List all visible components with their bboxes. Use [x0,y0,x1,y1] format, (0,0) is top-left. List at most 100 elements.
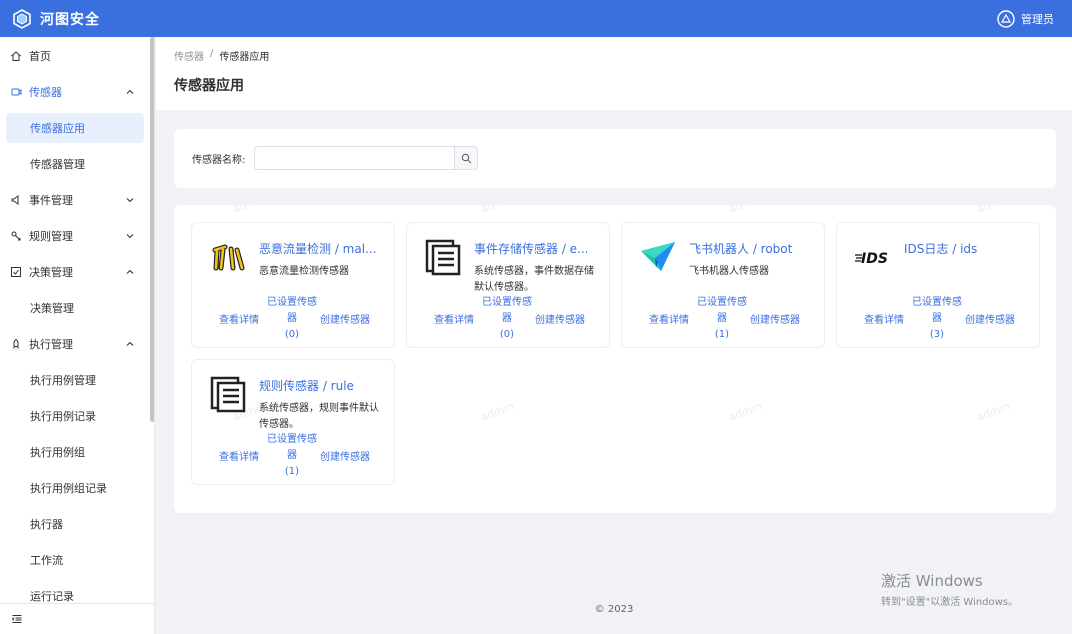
sidebar-item-label: 首页 [29,50,51,63]
watermark: admin [478,399,516,424]
sidebar-item-event[interactable]: 事件管理 [0,185,150,215]
sensor-card[interactable]: 恶意流量检测 / mal... 恶意流量检测传感器 查看详情 已设置传感器 (0)… [191,222,395,348]
configured-label: 已设置传感器 [267,434,317,461]
view-detail-link[interactable]: 查看详情 [219,311,259,326]
view-detail-link[interactable]: 查看详情 [434,311,474,326]
sidebar-item-label: 传感器管理 [30,158,85,171]
configured-label: 已设置传感器 [912,297,962,324]
sensor-actions: 查看详情 已设置传感器 (0) 创建传感器 [407,295,611,341]
sidebar: 首页 传感器 传感器应用 传感器管理 事件管理 规则管理 决策管理 决策管理 执… [0,37,155,634]
sensor-actions: 查看详情 已设置传感器 (0) 创建传感器 [192,295,396,341]
breadcrumb-item-current: 传感器应用 [219,52,270,63]
document-list-icon [208,374,248,414]
breadcrumb: 传感器 / 传感器应用 [174,48,269,63]
sensor-icon [10,86,22,98]
chevron-up-icon [126,341,134,346]
ids-logo-icon: IDS [853,237,893,277]
chevron-up-icon [126,269,134,274]
sensor-title[interactable]: IDS日志 / ids [904,240,1032,257]
sidebar-item-label: 事件管理 [29,194,73,207]
configured-count: (0) [499,329,515,340]
configured-label: 已设置传感器 [482,297,532,324]
logo-icon [13,8,31,29]
top-header: 河图安全 管理员 [0,0,1072,37]
configured-sensors-link[interactable]: 已设置传感器 (1) [267,432,317,480]
sidebar-item-execute[interactable]: 执行管理 [0,329,150,359]
watermark: admin [974,399,1012,424]
chevron-up-icon [126,89,134,94]
watermark: admin [975,205,1012,216]
configured-sensors-link[interactable]: 已设置传感器 (0) [482,295,532,343]
sensor-actions: 查看详情 已设置传感器 (1) 创建传感器 [622,295,826,341]
sidebar-item-testcase-manage[interactable]: 执行用例管理 [0,365,150,395]
view-detail-link[interactable]: 查看详情 [649,311,689,326]
sensor-title[interactable]: 事件存储传感器 / e... [474,240,602,257]
sidebar-item-label: 执行用例组记录 [30,482,107,495]
search-button[interactable] [454,146,478,170]
configured-count: (1) [714,329,730,340]
breadcrumb-item[interactable]: 传感器 [174,48,204,63]
create-sensor-link[interactable]: 创建传感器 [320,311,370,326]
watermark: admin [727,205,764,216]
sidebar-item-label: 执行器 [30,518,63,531]
watermark: admin [231,205,268,216]
brand[interactable]: 河图安全 [0,8,100,29]
sidebar-item-home[interactable]: 首页 [0,41,150,71]
sensor-title[interactable]: 恶意流量检测 / mal... [259,240,387,257]
home-icon [10,50,22,62]
sidebar-item-workflow[interactable]: 工作流 [0,545,150,575]
create-sensor-link[interactable]: 创建传感器 [750,311,800,326]
sensor-card[interactable]: 规则传感器 / rule 系统传感器，规则事件默认传感器。 查看详情 已设置传感… [191,359,395,485]
sidebar-item-label: 执行用例记录 [30,410,96,423]
breadcrumb-separator: / [210,48,214,59]
collapse-menu-icon[interactable] [11,613,23,625]
sidebar-item-testcase-record[interactable]: 执行用例记录 [0,401,150,431]
activation-hint: 转到"设置"以激活 Windows。 [881,597,1019,608]
create-sensor-link[interactable]: 创建传感器 [965,311,1015,326]
sidebar-item-sensor-manage[interactable]: 传感器管理 [0,149,150,179]
configured-count: (0) [284,329,300,340]
search-icon [461,153,471,163]
sidebar-item-testcase-group-record[interactable]: 执行用例组记录 [0,473,150,503]
sidebar-scrollbar[interactable] [150,37,154,422]
page-title: 传感器应用 [174,78,244,94]
search-input[interactable] [254,146,454,170]
sidebar-item-sensor[interactable]: 传感器 [0,77,150,107]
configured-sensors-link[interactable]: 已设置传感器 (3) [912,295,962,343]
create-sensor-link[interactable]: 创建传感器 [320,448,370,463]
sidebar-item-label: 执行管理 [29,338,73,351]
sensor-card[interactable]: IDS IDS日志 / ids 查看详情 已设置传感器 (3) 创建传感器 [836,222,1040,348]
event-icon [10,194,22,206]
sidebar-item-sensor-app[interactable]: 传感器应用 [6,113,144,143]
sidebar-item-decision-manage[interactable]: 决策管理 [0,293,150,323]
sidebar-item-executor[interactable]: 执行器 [0,509,150,539]
malware-claw-icon [208,237,248,277]
configured-count: (1) [284,466,300,477]
execute-icon [10,338,22,350]
user-name: 管理员 [1021,12,1054,26]
sidebar-item-label: 运行记录 [30,590,74,603]
sidebar-item-decision[interactable]: 决策管理 [0,257,150,287]
sensor-description: 恶意流量检测传感器 [259,266,349,277]
sidebar-footer [0,603,154,634]
sidebar-item-testcase-group[interactable]: 执行用例组 [0,437,150,467]
create-sensor-link[interactable]: 创建传感器 [535,311,585,326]
sidebar-item-label: 传感器 [29,86,62,99]
sidebar-item-rule[interactable]: 规则管理 [0,221,150,251]
view-detail-link[interactable]: 查看详情 [219,448,259,463]
sensor-actions: 查看详情 已设置传感器 (1) 创建传感器 [192,432,396,478]
sidebar-item-label: 决策管理 [30,302,74,315]
sensor-title[interactable]: 规则传感器 / rule [259,377,387,394]
svg-text:IDS: IDS [861,251,888,267]
configured-sensors-link[interactable]: 已设置传感器 (0) [267,295,317,343]
sensor-title[interactable]: 飞书机器人 / robot [689,240,817,257]
activation-title: 激活 Windows [881,572,983,590]
sensor-actions: 查看详情 已设置传感器 (3) 创建传感器 [837,295,1041,341]
view-detail-link[interactable]: 查看详情 [864,311,904,326]
sensor-card[interactable]: 事件存储传感器 / e... 系统传感器，事件数据存储默认传感器。 查看详情 已… [406,222,610,348]
configured-sensors-link[interactable]: 已设置传感器 (1) [697,295,747,343]
watermark: admin [479,205,516,216]
sensor-card[interactable]: 飞书机器人 / robot 飞书机器人传感器 查看详情 已设置传感器 (1) 创建… [621,222,825,348]
configured-label: 已设置传感器 [697,297,747,324]
user-menu[interactable]: 管理员 [997,0,1054,37]
